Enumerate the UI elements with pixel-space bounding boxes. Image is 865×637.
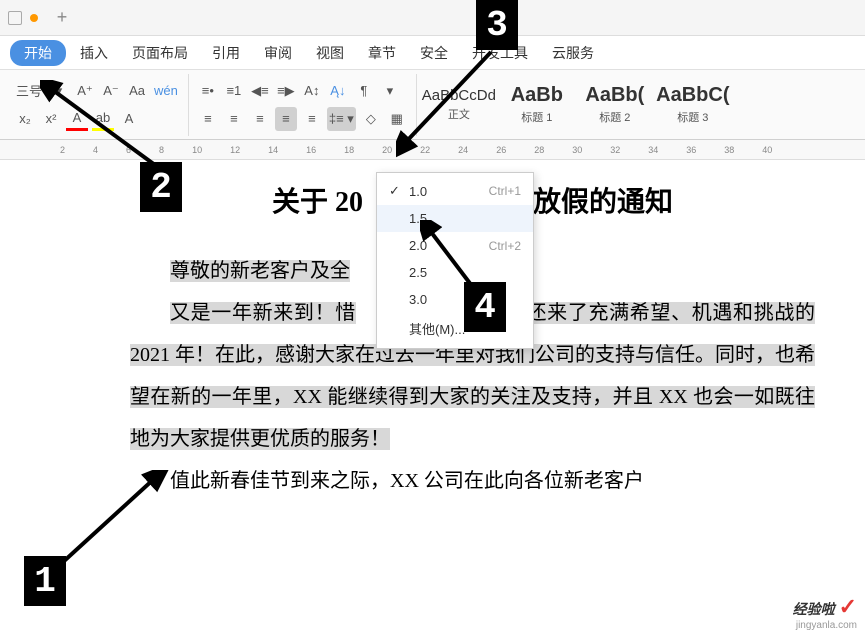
- style-label: 标题 2: [599, 109, 630, 125]
- spacing-option-1.0[interactable]: ✓ 1.0 Ctrl+1: [377, 177, 533, 205]
- numbering-icon[interactable]: ≡1: [223, 79, 245, 103]
- spacing-shortcut: Ctrl+1: [489, 184, 521, 198]
- doc-text: 值此新春佳节到来之际，XX 公司在此向各位新老客户: [170, 470, 644, 492]
- show-marks-icon[interactable]: ¶: [353, 79, 375, 103]
- watermark: 经验啦 ✓ jingyanla.com: [793, 594, 857, 631]
- decrease-indent-icon[interactable]: ◀≡: [249, 79, 271, 103]
- sort-icon[interactable]: Ą↓: [327, 79, 349, 103]
- tab-view[interactable]: 视图: [306, 39, 354, 67]
- style-preview-text: AaBb: [511, 84, 563, 107]
- tab-references[interactable]: 引用: [202, 39, 250, 67]
- ruler-mark: 14: [268, 145, 278, 155]
- align-left-icon[interactable]: ≡: [197, 107, 219, 131]
- distribute-icon[interactable]: ≡: [301, 107, 323, 131]
- ruler-mark: 20: [382, 145, 392, 155]
- arrow-3-to-spacing: [396, 44, 516, 164]
- ruler-mark: 28: [534, 145, 544, 155]
- ruler-mark: 30: [572, 145, 582, 155]
- style-preview-text: AaBbC(: [656, 84, 729, 107]
- annotation-1: 1: [24, 556, 66, 606]
- line-spacing-icon[interactable]: ‡≡ ▾: [327, 107, 356, 131]
- subscript-icon[interactable]: x₂: [14, 107, 36, 131]
- align-justify-icon[interactable]: ≡: [275, 107, 297, 131]
- selected-text: 又是一年新来到！惜: [170, 302, 356, 324]
- increase-indent-icon[interactable]: ≡▶: [275, 79, 297, 103]
- modified-dot-icon: [30, 14, 38, 22]
- ruler-mark: 36: [686, 145, 696, 155]
- style-heading3[interactable]: AaBbC( 标题 3: [655, 78, 731, 132]
- window-icon: [8, 11, 22, 25]
- new-tab-button[interactable]: +: [48, 4, 76, 32]
- spacing-option-other[interactable]: 其他(M)...: [377, 313, 533, 344]
- tab-start[interactable]: 开始: [10, 40, 66, 66]
- title-bar: +: [0, 0, 865, 36]
- style-label: 标题 3: [677, 109, 708, 125]
- ruler-mark: 40: [762, 145, 772, 155]
- style-heading2[interactable]: AaBb( 标题 2: [577, 78, 653, 132]
- align-center-icon[interactable]: ≡: [223, 107, 245, 131]
- ruler-mark: 16: [306, 145, 316, 155]
- tab-insert[interactable]: 插入: [70, 39, 118, 67]
- tab-review[interactable]: 审阅: [254, 39, 302, 67]
- tab-page-layout[interactable]: 页面布局: [122, 39, 198, 67]
- paragraph-group: ≡• ≡1 ◀≡ ≡▶ A↕ Ą↓ ¶ ▾ ≡ ≡ ≡ ≡ ≡ ‡≡ ▾ ◇ ▦: [189, 74, 417, 136]
- ruler-mark: 12: [230, 145, 240, 155]
- tab-cloud[interactable]: 云服务: [542, 39, 604, 67]
- ruler-mark: 10: [192, 145, 202, 155]
- bullets-icon[interactable]: ≡•: [197, 79, 219, 103]
- arrow-1-to-text: [55, 470, 175, 570]
- annotation-2: 2: [140, 162, 182, 212]
- check-icon: ✓: [389, 183, 409, 199]
- shading-icon[interactable]: ◇: [360, 107, 382, 131]
- ruler-mark: 32: [610, 145, 620, 155]
- ruler-mark: 38: [724, 145, 734, 155]
- spacing-label: 1.0: [409, 184, 489, 199]
- selected-text: 尊敬的新老客户及全: [170, 260, 350, 282]
- annotation-3: 3: [476, 0, 518, 50]
- align-right-icon[interactable]: ≡: [249, 107, 271, 131]
- ruler-mark: 34: [648, 145, 658, 155]
- annotation-4: 4: [464, 282, 506, 332]
- style-preview-text: AaBb(: [585, 84, 644, 107]
- style-label: 标题 1: [521, 109, 552, 125]
- ruler-mark: 18: [344, 145, 354, 155]
- text-direction-icon[interactable]: A↕: [301, 79, 323, 103]
